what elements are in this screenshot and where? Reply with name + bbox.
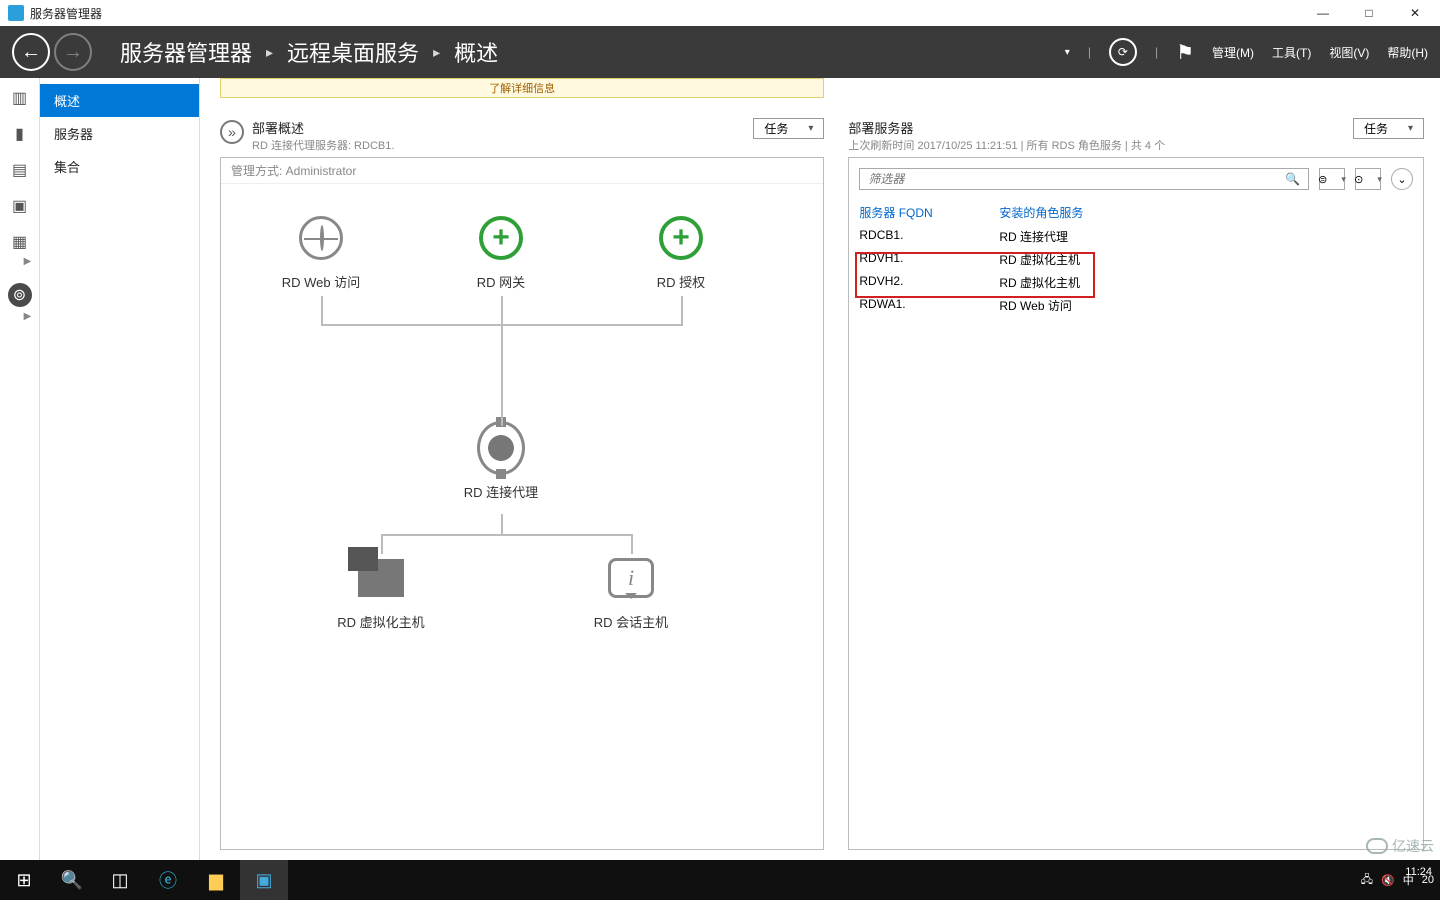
servers-table-header: 服务器 FQDN 安装的角色服务 xyxy=(849,200,1423,225)
overview-tasks-button[interactable]: 任务 xyxy=(753,118,824,139)
filter-input[interactable] xyxy=(868,172,1285,186)
menu-view[interactable]: 视图(V) xyxy=(1329,44,1369,61)
expand-panel-button[interactable]: ⌄ xyxy=(1391,168,1413,190)
filter-input-wrapper: 🔍 xyxy=(859,168,1309,190)
node-rd-gateway[interactable]: + RD 网关 xyxy=(441,214,561,291)
notifications-flag-icon[interactable]: ⚑ xyxy=(1176,40,1194,65)
taskbar-server-manager-icon[interactable]: ▣ xyxy=(240,860,288,900)
node-rd-virtualization-host[interactable]: RD 虚拟化主机 xyxy=(321,554,441,631)
col-server-fqdn[interactable]: 服务器 FQDN xyxy=(859,204,999,221)
breadcrumb-root[interactable]: 服务器管理器 xyxy=(120,36,252,68)
nav-overview[interactable]: 概述 xyxy=(40,84,199,117)
broker-icon xyxy=(477,421,525,475)
expand-icon[interactable]: ▶ xyxy=(24,256,32,267)
servers-panel-body: 🔍 ⊜ ⊙ ⌄ 服务器 FQDN 安装的角色服务 RDCB1.RD 连接代理 R… xyxy=(848,157,1424,850)
minimize-button[interactable]: — xyxy=(1300,0,1346,26)
col-installed-role[interactable]: 安装的角色服务 xyxy=(999,204,1083,221)
info-icon: i xyxy=(608,558,654,598)
search-icon[interactable]: 🔍 xyxy=(1285,172,1300,186)
watermark: 亿速云 xyxy=(1366,836,1434,856)
icon-rail: ▥ ▮ ▤ ▣ ▦ ▶ ⊚ ▶ xyxy=(0,78,40,860)
local-server-icon[interactable]: ▮ xyxy=(10,124,30,144)
nav-collections[interactable]: 集合 xyxy=(40,150,199,183)
menu-help[interactable]: 帮助(H) xyxy=(1387,44,1428,61)
all-servers-icon[interactable]: ▤ xyxy=(10,160,30,180)
servers-tasks-button[interactable]: 任务 xyxy=(1353,118,1424,139)
breadcrumb-page: 概述 xyxy=(454,36,498,68)
host-icon xyxy=(358,559,404,597)
rds-overview-icon[interactable]: ⊚ xyxy=(8,283,32,307)
node-rd-licensing[interactable]: + RD 授权 xyxy=(621,214,741,291)
taskbar-search-icon[interactable]: 🔍 xyxy=(48,860,96,900)
window-title: 服务器管理器 xyxy=(30,5,102,22)
close-button[interactable]: ✕ xyxy=(1392,0,1438,26)
table-row[interactable]: RDCB1.RD 连接代理 xyxy=(849,225,1423,248)
collapse-button[interactable]: » xyxy=(220,120,244,144)
tray-volume-icon[interactable]: 🔇 xyxy=(1381,874,1395,887)
rds-icon[interactable]: ▦ xyxy=(10,232,30,252)
app-icon xyxy=(8,5,24,21)
taskbar-explorer-icon[interactable]: ▆ xyxy=(192,860,240,900)
expand-icon[interactable]: ▶ xyxy=(24,311,32,322)
managed-by-label: 管理方式: Administrator xyxy=(221,158,823,184)
save-query-button[interactable]: ⊙ xyxy=(1355,168,1381,190)
refresh-button[interactable]: ⟳ xyxy=(1109,38,1137,66)
info-notice[interactable]: 了解详细信息 xyxy=(220,78,824,98)
maximize-button[interactable]: □ xyxy=(1346,0,1392,26)
taskbar-ie-icon[interactable]: ⓔ xyxy=(144,860,192,900)
watermark-icon xyxy=(1366,838,1388,854)
deployment-diagram: RD Web 访问 + RD 网关 + RD 授权 RD 连接代理 xyxy=(221,184,823,744)
forward-button[interactable]: → xyxy=(54,33,92,71)
dropdown-indicator-icon[interactable]: ▾ xyxy=(1065,47,1070,58)
overview-title: 部署概述 xyxy=(252,118,394,137)
chevron-right-icon: ▸ xyxy=(433,44,440,61)
breadcrumb-section[interactable]: 远程桌面服务 xyxy=(287,36,419,68)
add-icon: + xyxy=(479,216,523,260)
back-button[interactable]: ← xyxy=(12,33,50,71)
tray-clock[interactable]: 11:24 xyxy=(1405,866,1432,878)
start-button[interactable]: ⊞ xyxy=(0,860,48,900)
group-button[interactable]: ⊜ xyxy=(1319,168,1345,190)
task-view-icon[interactable]: ◫ xyxy=(96,860,144,900)
globe-icon xyxy=(299,216,343,260)
app-header: ← → 服务器管理器 ▸ 远程桌面服务 ▸ 概述 ▾ | ⟳ | ⚑ 管理(M)… xyxy=(0,26,1440,78)
tray-network-icon[interactable]: 🖧 xyxy=(1361,871,1373,890)
left-nav: 概述 服务器 集合 xyxy=(40,78,200,860)
dashboard-icon[interactable]: ▥ xyxy=(10,88,30,108)
add-icon: + xyxy=(659,216,703,260)
chevron-right-icon: ▸ xyxy=(266,44,273,61)
window-titlebar: 服务器管理器 — □ ✕ xyxy=(0,0,1440,26)
menu-manage[interactable]: 管理(M) xyxy=(1212,44,1254,61)
node-rd-session-host[interactable]: i RD 会话主机 xyxy=(571,554,691,631)
node-rd-broker[interactable]: RD 连接代理 xyxy=(441,424,561,501)
nav-servers[interactable]: 服务器 xyxy=(40,117,199,150)
servers-subtitle: 上次刷新时间 2017/10/25 11:21:51 | 所有 RDS 角色服务… xyxy=(848,137,1165,153)
node-rd-web[interactable]: RD Web 访问 xyxy=(261,214,381,291)
servers-title: 部署服务器 xyxy=(848,118,1165,137)
overview-subtitle: RD 连接代理服务器: RDCB1. xyxy=(252,137,394,153)
hyperv-icon[interactable]: ▣ xyxy=(10,196,30,216)
windows-taskbar: ⊞ 🔍 ◫ ⓔ ▆ ▣ 🖧 🔇 中 20 11:24 xyxy=(0,860,1440,900)
highlight-box xyxy=(855,252,1095,298)
menu-tools[interactable]: 工具(T) xyxy=(1272,44,1311,61)
